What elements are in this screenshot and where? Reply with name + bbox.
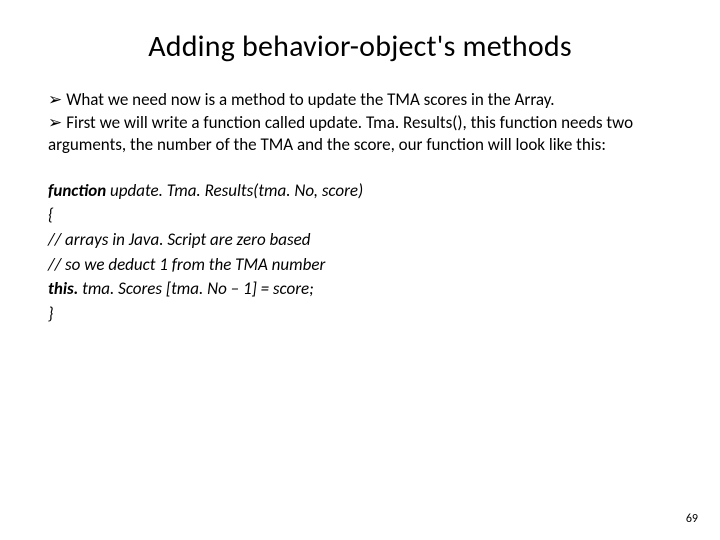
code-line: // arrays in Java. Script are zero based — [48, 228, 672, 253]
slide: Adding behavior-object's methods ➢What w… — [0, 0, 720, 540]
code-line: } — [48, 302, 672, 327]
page-number: 69 — [686, 512, 698, 526]
bullet-item: ➢What we need now is a method to update … — [48, 89, 672, 110]
code-line: this. tma. Scores [tma. No – 1] = score; — [48, 277, 672, 302]
code-line: { — [48, 203, 672, 228]
bullet-text: First we will write a function called up… — [48, 112, 633, 154]
code-keyword: this. — [48, 278, 78, 299]
bullet-arrow-icon: ➢ — [48, 89, 62, 110]
code-block: function update. Tma. Results(tma. No, s… — [48, 179, 672, 327]
slide-title: Adding behavior-object's methods — [48, 28, 672, 65]
bullet-item: ➢First we will write a function called u… — [48, 112, 672, 155]
code-line: function update. Tma. Results(tma. No, s… — [48, 179, 672, 204]
code-keyword: function — [48, 180, 106, 201]
bullet-text: What we need now is a method to update t… — [66, 89, 554, 110]
bullet-arrow-icon: ➢ — [48, 112, 62, 133]
code-text: update. Tma. Results(tma. No, score) — [106, 180, 363, 201]
code-line: // so we deduct 1 from the TMA number — [48, 253, 672, 278]
slide-body: ➢What we need now is a method to update … — [48, 89, 672, 327]
code-text: tma. Scores [tma. No – 1] = score; — [78, 278, 313, 299]
